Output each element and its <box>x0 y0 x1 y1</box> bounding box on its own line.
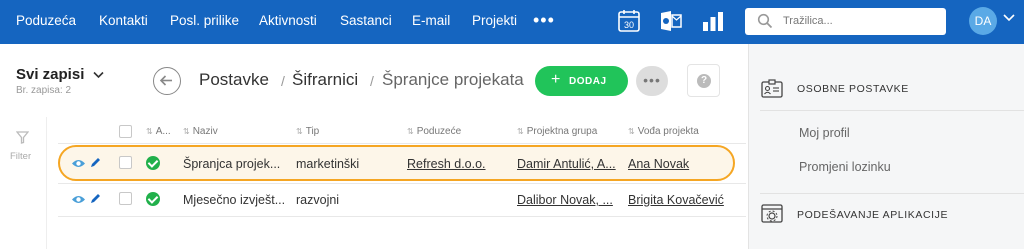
divider <box>760 193 1024 194</box>
cell-projektna-grupa-link[interactable]: Dalibor Novak, ... <box>517 193 613 207</box>
records-view-label: Svi zapisi <box>16 66 85 83</box>
column-header-voda-projekta[interactable]: ⇅ Vođa projekta <box>628 126 699 137</box>
plus-icon: + <box>551 71 561 88</box>
pencil-icon[interactable] <box>89 157 101 169</box>
cell-projektna-grupa-link[interactable]: Damir Antulić, A... <box>517 157 616 171</box>
eye-icon[interactable] <box>71 194 86 205</box>
section-title-personal-settings: OSOBNE POSTAVKE <box>797 83 909 95</box>
divider <box>58 216 746 217</box>
filter-label: Filter <box>10 151 32 162</box>
search-input[interactable]: Tražilica... <box>745 8 946 35</box>
filter-sidebar[interactable]: Filter <box>0 117 47 249</box>
eye-icon[interactable] <box>71 158 86 169</box>
cell-tip: razvojni <box>296 193 340 207</box>
search-icon <box>757 13 773 29</box>
nav-item-poduzeca[interactable]: Poduzeća <box>16 13 76 28</box>
row-checkbox[interactable] <box>119 192 132 205</box>
pencil-icon[interactable] <box>89 193 101 205</box>
user-avatar[interactable]: DA <box>969 7 997 35</box>
select-all-checkbox[interactable] <box>119 125 132 138</box>
breadcrumb-separator: / <box>370 73 374 89</box>
cell-tip: marketinški <box>296 157 360 171</box>
nav-item-sastanci[interactable]: Sastanci <box>340 13 392 28</box>
cell-voda-projekta-link[interactable]: Brigita Kovačević <box>628 193 724 207</box>
breadcrumb-sifrarnici[interactable]: Šifrarnici <box>292 70 358 90</box>
records-view-selector[interactable]: Svi zapisi <box>16 66 104 83</box>
app-settings-icon <box>761 204 783 223</box>
column-header-active[interactable]: ⇅ A... <box>146 126 171 137</box>
search-placeholder: Tražilica... <box>783 15 833 27</box>
column-header-poduzece[interactable]: ⇅ Poduzeće <box>407 126 461 137</box>
cell-naziv[interactable]: Mjesečno izvješt... <box>183 193 285 207</box>
breadcrumb-separator: / <box>281 73 285 89</box>
add-button[interactable]: + DODAJ <box>535 66 628 96</box>
records-count: Br. zapisa: 2 <box>16 85 72 96</box>
sort-icon: ⇅ <box>296 127 303 136</box>
cell-voda-projekta-link[interactable]: Ana Novak <box>628 157 689 171</box>
nav-item-posl-prilike[interactable]: Posl. prilike <box>170 13 239 28</box>
divider <box>58 183 746 184</box>
chevron-down-icon[interactable] <box>1003 14 1015 22</box>
help-button[interactable]: ? <box>687 64 720 97</box>
back-button[interactable] <box>153 67 181 95</box>
more-actions-button[interactable]: ••• <box>636 66 668 96</box>
nav-item-aktivnosti[interactable]: Aktivnosti <box>259 13 317 28</box>
page-title: Špranjce projekata <box>382 70 524 89</box>
sort-icon: ⇅ <box>628 127 635 136</box>
divider <box>58 143 746 144</box>
top-navigation-bar: Poduzeća Kontakti Posl. prilike Aktivnos… <box>0 0 1024 44</box>
sort-icon: ⇅ <box>146 127 153 136</box>
cell-poduzece-link[interactable]: Refresh d.o.o. <box>407 157 486 171</box>
sort-icon: ⇅ <box>407 127 414 136</box>
help-icon: ? <box>697 74 711 88</box>
column-header-naziv[interactable]: ⇅ Naziv <box>183 126 218 137</box>
column-header-tip[interactable]: ⇅ Tip <box>296 126 319 137</box>
add-button-label: DODAJ <box>569 76 607 87</box>
breadcrumb-postavke[interactable]: Postavke <box>199 70 269 90</box>
id-card-icon <box>761 79 783 98</box>
funnel-icon <box>16 131 29 144</box>
calendar-icon[interactable]: 30 <box>618 9 640 33</box>
nav-item-kontakti[interactable]: Kontakti <box>99 13 148 28</box>
column-header-projektna-grupa[interactable]: ⇅ Projektna grupa <box>517 126 597 137</box>
sort-icon: ⇅ <box>517 127 524 136</box>
section-title-app-settings: PODEŠAVANJE APLIKACIJE <box>797 209 949 221</box>
row-checkbox[interactable] <box>119 156 132 169</box>
menu-item-my-profile[interactable]: Moj profil <box>799 126 850 140</box>
arrow-left-icon <box>159 75 172 86</box>
nav-item-projekti[interactable]: Projekti <box>472 13 517 28</box>
menu-item-change-password[interactable]: Promjeni lozinku <box>799 160 891 174</box>
nav-more-button[interactable]: ••• <box>533 10 555 31</box>
nav-item-email[interactable]: E-mail <box>412 13 450 28</box>
status-active-icon <box>146 156 160 170</box>
outlook-icon[interactable] <box>659 9 682 33</box>
status-active-icon <box>146 192 160 206</box>
divider <box>760 110 1024 111</box>
reports-chart-icon[interactable] <box>702 9 724 33</box>
cell-naziv[interactable]: Špranjca projek... <box>183 157 280 171</box>
sort-icon: ⇅ <box>183 127 190 136</box>
calendar-day: 30 <box>624 20 634 30</box>
chevron-down-icon <box>92 71 104 79</box>
